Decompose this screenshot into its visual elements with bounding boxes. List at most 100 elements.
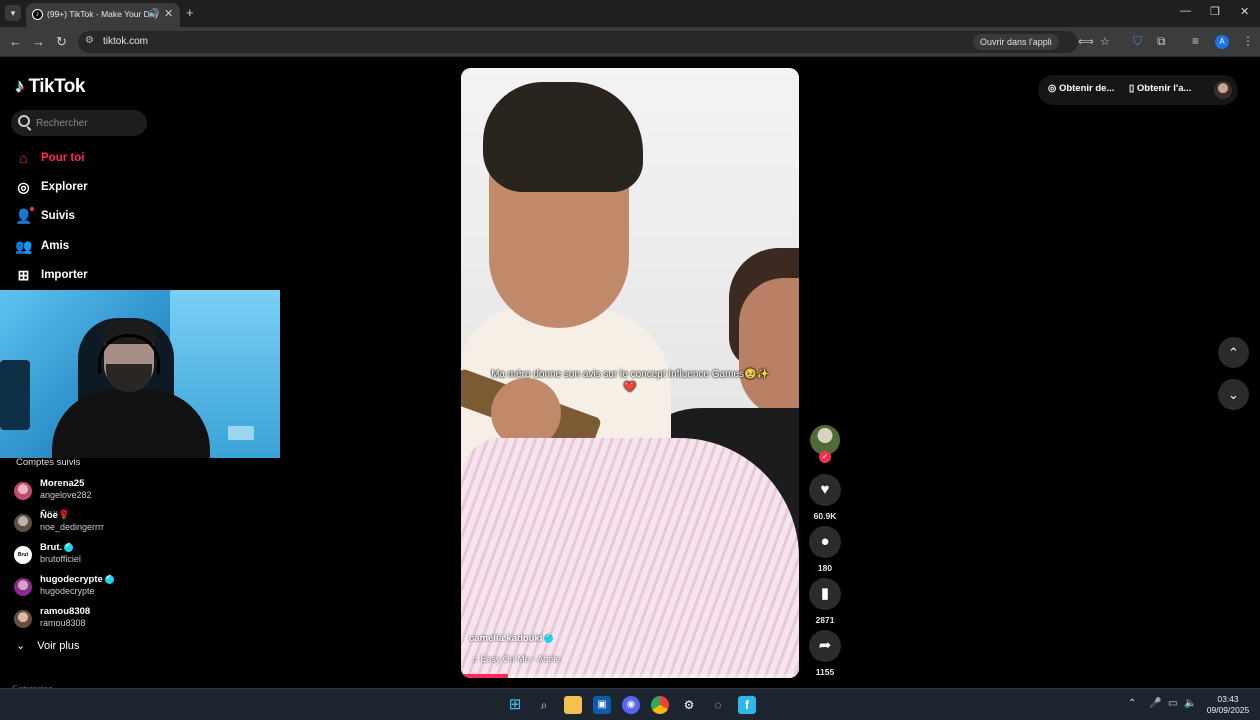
discord-icon[interactable]: ◉ <box>622 696 640 714</box>
microphone-icon[interactable]: 🎤 <box>1149 698 1161 709</box>
see-more-label: Voir plus <box>37 639 80 652</box>
video-music[interactable]: ♫ Easy On Me - Adele <box>471 654 560 664</box>
verified-icon <box>544 632 554 643</box>
new-tab-icon[interactable]: + <box>186 5 194 20</box>
nav-label: Pour toi <box>41 152 85 164</box>
verified-icon <box>104 573 114 584</box>
network-icon[interactable]: ▭ <box>1168 698 1177 709</box>
get-app-button[interactable]: ▯ Obtenir l'a... <box>1129 83 1191 94</box>
save-button[interactable]: ▮ <box>809 578 841 610</box>
close-tab-icon[interactable]: ✕ <box>164 7 173 20</box>
chrome-icon[interactable] <box>651 696 669 714</box>
account-handle: ramou8308 <box>40 618 86 628</box>
address-bar[interactable]: ⚙ tiktok.com Ouvrir dans l'appli ⟺ ☆ <box>78 31 1110 53</box>
account-name: hugodecrypte <box>40 573 114 585</box>
friends-icon: 👥 <box>15 237 33 254</box>
share-count: 1155 <box>815 667 835 677</box>
webcam-overlay <box>0 290 280 458</box>
media-controls-icon[interactable]: ≡ <box>1192 34 1199 48</box>
account-name: Morena25 <box>40 478 85 489</box>
open-in-app-button[interactable]: Ouvrir dans l'appli <box>973 34 1059 50</box>
phone-icon: ▯ <box>1129 83 1137 94</box>
url-text: tiktok.com <box>103 36 149 47</box>
chevron-down-icon: ⌄ <box>1228 387 1239 402</box>
follow-check-icon[interactable]: ✓ <box>819 451 831 463</box>
system-clock[interactable]: 03:43 09/09/2025 <box>1200 694 1256 716</box>
bookmark-star-icon[interactable]: ☆ <box>1100 35 1110 48</box>
nav-following[interactable]: 👤 Suivis <box>15 205 75 227</box>
video-player[interactable]: Ma mère donne son avis sur le concept In… <box>461 68 799 678</box>
video-caption: Ma mère donne son avis sur le concept In… <box>491 369 769 393</box>
search-box[interactable] <box>11 110 147 136</box>
app-f-icon[interactable]: f <box>738 696 756 714</box>
video-progress-fill <box>461 674 509 678</box>
account-name: Brut. <box>40 541 74 553</box>
restore-icon[interactable]: ❐ <box>1210 5 1220 18</box>
chevron-down-icon: ⌄ <box>16 640 26 652</box>
account-handle: hugodecrypte <box>40 586 95 596</box>
chevron-up-icon[interactable]: ⌃ <box>1128 698 1136 709</box>
avatar <box>14 482 32 500</box>
nav-upload[interactable]: ⊞ Importer <box>15 264 88 286</box>
nav-label: Explorer <box>41 181 88 193</box>
close-window-icon[interactable]: ✕ <box>1240 5 1249 18</box>
search-icon[interactable]: ⌕ <box>535 696 553 714</box>
nav-explore[interactable]: ◎ Explorer <box>15 176 88 198</box>
browser-tab-tiktok[interactable]: ♪ (99+) TikTok - Make Your Day 🔊 ✕ <box>26 3 180 27</box>
avatar <box>14 610 32 628</box>
search-icon <box>18 115 30 127</box>
next-video-button[interactable]: ⌄ <box>1218 379 1249 410</box>
avatar <box>14 578 32 596</box>
music-note-icon: ♫ <box>471 654 481 664</box>
verified-icon <box>64 541 74 552</box>
volume-icon[interactable]: 🔈 <box>1184 698 1196 709</box>
steam-icon[interactable]: ⚙ <box>680 696 698 714</box>
account-handle: noe_dedingerrrr <box>40 522 105 532</box>
menu-kebab-icon[interactable]: ⋮ <box>1242 34 1254 48</box>
speaker-icon[interactable]: 🔊 <box>148 8 159 19</box>
tab-search-button[interactable]: ▾ <box>5 5 21 21</box>
extensions-puzzle-icon[interactable]: ⧉ <box>1157 34 1166 49</box>
notification-dot <box>30 206 34 211</box>
site-info-icon[interactable]: ⚙ <box>85 35 94 46</box>
windows-taskbar: ⊞ ⌕ ▣ ◉ ⚙ ◌ f ⌃ 🎤 ▭ 🔈 03:43 09/09/2025 <box>0 688 1260 720</box>
store-icon[interactable]: ▣ <box>593 696 611 714</box>
translate-icon[interactable]: ⟺ <box>1078 35 1094 48</box>
search-input[interactable] <box>36 110 144 136</box>
back-icon[interactable]: ← <box>9 34 22 49</box>
reload-icon[interactable]: ↻ <box>56 34 67 50</box>
browser-toolbar: ← → ↻ ⚙ tiktok.com Ouvrir dans l'appli ⟺… <box>0 27 1260 57</box>
get-coins-button[interactable]: ◎ Obtenir de... <box>1048 83 1114 94</box>
tiktok-note-icon: ♪ <box>15 76 25 97</box>
browser-tab-bar: ▾ ♪ (99+) TikTok - Make Your Day 🔊 ✕ + —… <box>0 0 1260 27</box>
clock-date: 09/09/2025 <box>1206 705 1250 715</box>
profile-avatar[interactable]: A <box>1215 35 1229 49</box>
app-icon[interactable]: ◌ <box>709 696 727 714</box>
forward-icon[interactable]: → <box>32 34 45 49</box>
comment-count: 180 <box>817 563 833 573</box>
comment-button[interactable]: ● <box>809 526 841 558</box>
windows-start-icon[interactable]: ⊞ <box>506 696 524 714</box>
like-button[interactable]: ♥ <box>809 474 841 506</box>
compass-icon: ◎ <box>17 178 30 195</box>
nav-for-you[interactable]: ⌂ Pour toi <box>15 147 84 169</box>
see-more-button[interactable]: ⌄ Voir plus <box>16 639 80 653</box>
following-icon: 👤 <box>15 206 34 224</box>
file-explorer-icon[interactable] <box>564 696 582 714</box>
heart-icon: ♥ <box>820 481 830 498</box>
user-avatar[interactable] <box>1214 81 1232 99</box>
share-arrow-icon: ➦ <box>818 637 832 654</box>
previous-video-button[interactable]: ⌃ <box>1218 337 1249 368</box>
nav-label: Suivis <box>41 210 75 222</box>
tiktok-logo[interactable]: ♪ TikTok <box>15 75 85 99</box>
chevron-up-icon: ⌃ <box>1228 345 1239 360</box>
minimize-icon[interactable]: — <box>1180 5 1191 17</box>
nav-friends[interactable]: 👥 Amis <box>15 235 69 257</box>
brand-name: TikTok <box>28 76 86 97</box>
video-progress-bar[interactable] <box>461 674 799 678</box>
share-button[interactable]: ➦ <box>809 630 841 662</box>
video-author[interactable]: camelia.kadouki <box>469 632 554 644</box>
extension-shield-icon[interactable]: ⛉ <box>1133 34 1142 49</box>
bookmark-icon: ▮ <box>820 585 830 602</box>
coin-icon: ◎ <box>1048 83 1059 94</box>
